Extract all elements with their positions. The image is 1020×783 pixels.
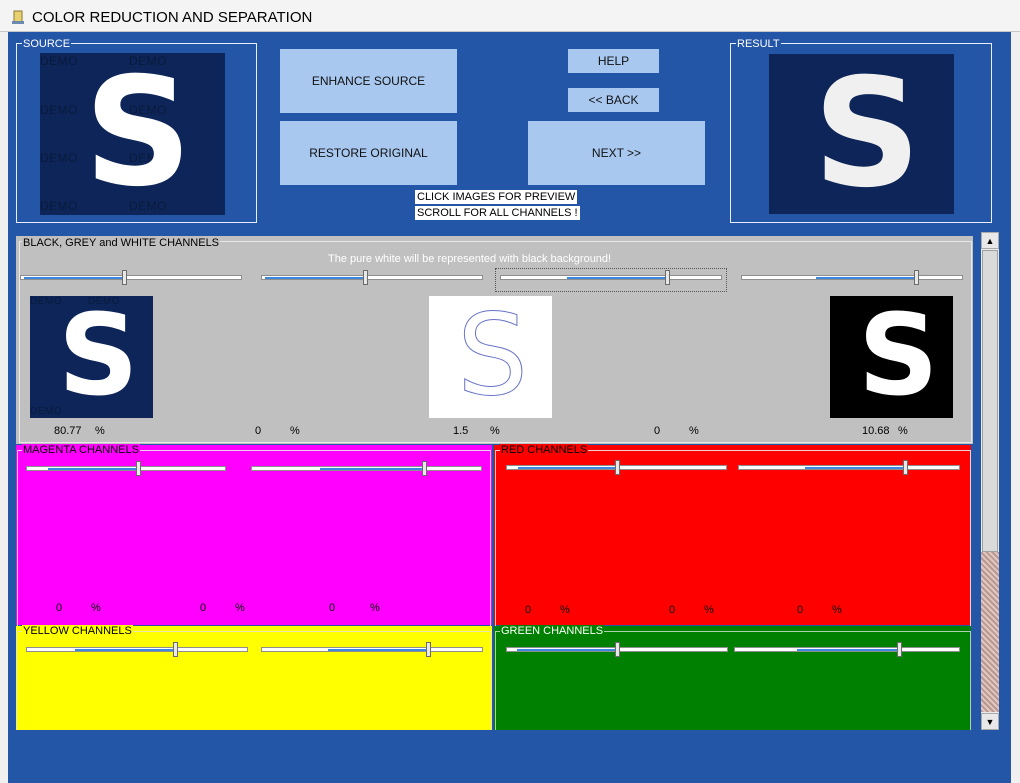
red-pct-3: 0 <box>797 604 804 616</box>
channels-scroll-area: BLACK, GREY and WHITE CHANNELS The pure … <box>12 232 999 730</box>
grey-channel-image[interactable]: S <box>429 296 552 418</box>
green-slider-1[interactable] <box>506 642 728 657</box>
result-glyph: S <box>813 54 922 214</box>
restore-original-button[interactable]: RESTORE ORIGINAL <box>280 121 457 185</box>
help-button[interactable]: HELP <box>568 49 659 73</box>
pct-sign: % <box>91 602 101 614</box>
watermark: DEMO <box>40 103 78 117</box>
pct-sign: % <box>370 602 380 614</box>
yellow-label: YELLOW CHANNELS <box>22 625 133 637</box>
bgw-label: BLACK, GREY and WHITE CHANNELS <box>22 237 221 249</box>
result-group-label: RESULT <box>736 38 781 50</box>
pct-value-4: 0 <box>654 425 661 437</box>
pct-sign: % <box>704 604 714 616</box>
red-slider-2[interactable] <box>738 460 960 475</box>
black-channel-image[interactable]: DEMO DEMO DEMO S <box>30 296 153 418</box>
magenta-label: MAGENTA CHANNELS <box>22 444 140 456</box>
red-pct-2: 0 <box>669 604 676 616</box>
app-icon <box>12 10 24 24</box>
red-slider-1[interactable] <box>506 460 727 475</box>
scroll-thumb[interactable] <box>982 250 998 552</box>
bgw-slider-3[interactable] <box>500 270 722 285</box>
result-image[interactable]: S <box>769 54 954 214</box>
magenta-pct-2: 0 <box>200 602 207 614</box>
pct-sign: % <box>832 604 842 616</box>
source-image[interactable]: DEMO DEMO DEMO DEMO DEMO DEMO DEMO DEMO … <box>40 53 225 215</box>
bgw-slider-4[interactable] <box>741 270 963 285</box>
white-channel-glyph: S <box>858 296 939 418</box>
pct-value-grey: 1.5 <box>453 425 469 437</box>
scroll-note: SCROLL FOR ALL CHANNELS ! <box>415 206 580 220</box>
magenta-frame <box>17 450 491 627</box>
watermark: DEMO <box>40 151 78 165</box>
red-label: RED CHANNELS <box>500 444 589 456</box>
source-glyph: S <box>84 53 193 215</box>
red-frame <box>495 450 971 627</box>
pct-value-black: 80.77 <box>54 425 82 437</box>
window-title: COLOR REDUCTION AND SEPARATION <box>32 9 313 26</box>
red-pct-1: 0 <box>525 604 532 616</box>
preview-note: CLICK IMAGES FOR PREVIEW <box>415 190 578 204</box>
pct-sign: % <box>689 425 699 437</box>
pct-sign: % <box>235 602 245 614</box>
scroll-down-arrow-icon[interactable]: ▼ <box>981 713 999 730</box>
white-channel-image[interactable]: S <box>830 296 953 418</box>
magenta-slider-1[interactable] <box>26 461 226 476</box>
watermark: DEMO <box>40 54 78 68</box>
bgw-message: The pure white will be represented with … <box>328 253 612 265</box>
green-slider-2[interactable] <box>734 642 960 657</box>
green-label: GREEN CHANNELS <box>500 625 605 637</box>
pct-sign: % <box>898 425 908 437</box>
bgw-slider-1[interactable] <box>20 270 242 285</box>
pct-sign: % <box>290 425 300 437</box>
source-group-label: SOURCE <box>22 38 72 50</box>
pct-sign: % <box>95 425 105 437</box>
watermark: DEMO <box>40 199 78 213</box>
pct-sign: % <box>560 604 570 616</box>
yellow-slider-2[interactable] <box>261 642 483 657</box>
title-bar: COLOR REDUCTION AND SEPARATION <box>0 0 1020 32</box>
back-button[interactable]: << BACK <box>568 88 659 112</box>
pct-value-white: 10.68 <box>862 425 890 437</box>
vertical-scrollbar[interactable]: ▲ ▼ <box>981 232 999 730</box>
black-channel-glyph: S <box>58 296 139 418</box>
scroll-track[interactable] <box>981 552 999 712</box>
next-button[interactable]: NEXT >> <box>528 121 705 185</box>
grey-channel-glyph: S <box>456 296 529 418</box>
pct-value-2: 0 <box>255 425 262 437</box>
bgw-slider-2[interactable] <box>261 270 483 285</box>
magenta-pct-1: 0 <box>56 602 63 614</box>
magenta-pct-3: 0 <box>329 602 336 614</box>
scroll-up-arrow-icon[interactable]: ▲ <box>981 232 999 249</box>
yellow-slider-1[interactable] <box>26 642 248 657</box>
pct-sign: % <box>490 425 500 437</box>
enhance-source-button[interactable]: ENHANCE SOURCE <box>280 49 457 113</box>
magenta-slider-2[interactable] <box>251 461 482 476</box>
